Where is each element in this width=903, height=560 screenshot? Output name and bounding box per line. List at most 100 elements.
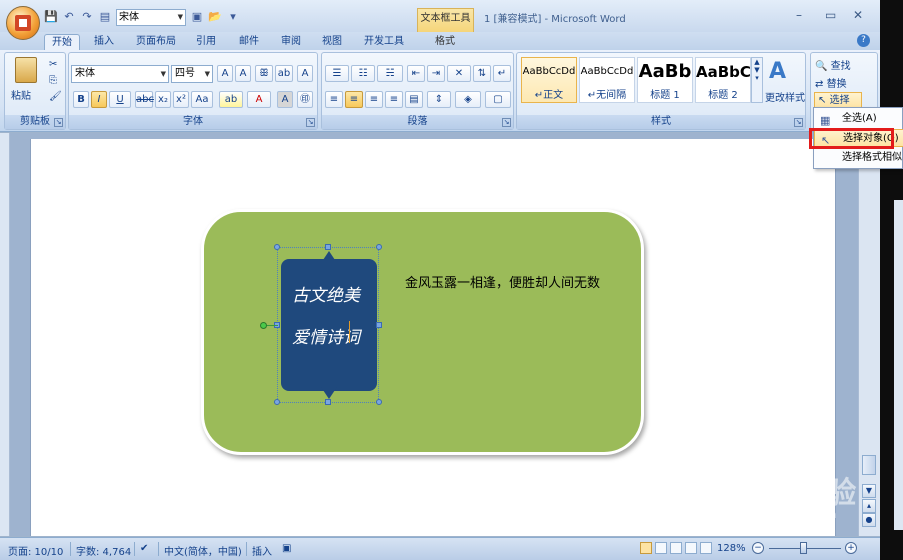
decrease-indent-icon[interactable]: ⇤ bbox=[407, 65, 425, 82]
outline-view-icon[interactable] bbox=[685, 542, 697, 554]
superscript-icon[interactable]: x² bbox=[173, 91, 189, 108]
green-rounded-shape[interactable] bbox=[201, 209, 644, 455]
menu-item-select-similar[interactable]: 选择格式相似 bbox=[814, 149, 903, 167]
scroll-down-icon[interactable]: ▼ bbox=[862, 484, 876, 498]
sort-icon[interactable]: ⇅ bbox=[473, 65, 491, 82]
scroll-thumb[interactable] bbox=[862, 455, 876, 475]
bold-icon[interactable]: B bbox=[73, 91, 89, 108]
restore-icon[interactable]: ▭ bbox=[825, 8, 836, 22]
shrink-font-icon[interactable]: A bbox=[235, 65, 251, 82]
office-button[interactable] bbox=[6, 6, 40, 40]
font-color-icon[interactable]: A bbox=[247, 91, 271, 108]
customize-qat-icon[interactable]: ▾ bbox=[226, 10, 240, 24]
char-shading-icon[interactable]: A bbox=[277, 91, 293, 108]
style-normal[interactable]: AaBbCcDd ↵正文 bbox=[521, 57, 577, 103]
multilevel-list-icon[interactable]: ☵ bbox=[377, 65, 403, 82]
redo-icon[interactable]: ↷ bbox=[80, 10, 94, 24]
tab-developer[interactable]: 开发工具 bbox=[358, 34, 410, 50]
paragraph-launcher-icon[interactable]: ↘ bbox=[502, 118, 511, 127]
paste-button[interactable]: 粘贴 bbox=[11, 87, 31, 102]
styles-scroll[interactable]: ▲ ▼ ▾ bbox=[751, 57, 763, 103]
bullets-icon[interactable]: ☰ bbox=[325, 65, 349, 82]
highlight-icon[interactable]: ab bbox=[219, 91, 243, 108]
zoom-out-icon[interactable]: − bbox=[752, 542, 764, 554]
enclose-char-icon[interactable]: ㊞ bbox=[297, 91, 313, 108]
undo-icon[interactable]: ↶ bbox=[62, 10, 76, 24]
zoom-level[interactable]: 128% bbox=[717, 543, 746, 554]
full-screen-reading-icon[interactable] bbox=[655, 542, 667, 554]
draft-view-icon[interactable] bbox=[700, 542, 712, 554]
print-preview-icon[interactable]: ▤ bbox=[98, 10, 112, 24]
resize-handle[interactable] bbox=[325, 244, 331, 250]
tab-references[interactable]: 引用 bbox=[190, 34, 222, 50]
help-icon[interactable]: ? bbox=[857, 34, 870, 47]
italic-icon[interactable]: I bbox=[91, 91, 107, 108]
tab-mailings[interactable]: 邮件 bbox=[233, 34, 265, 50]
status-word-count[interactable]: 字数: 4,764 bbox=[76, 543, 131, 558]
style-heading-2[interactable]: AaBbC 标题 2 bbox=[695, 57, 751, 103]
show-marks-icon[interactable]: ↵ bbox=[493, 65, 511, 82]
char-border-icon[interactable]: A bbox=[297, 65, 313, 82]
line-spacing-icon[interactable]: ⇕ bbox=[427, 91, 451, 108]
web-layout-icon[interactable] bbox=[670, 542, 682, 554]
macro-record-icon[interactable]: ▣ bbox=[282, 543, 291, 554]
format-painter-icon[interactable]: ▣ bbox=[190, 10, 204, 24]
change-case-icon[interactable]: Aa bbox=[191, 91, 213, 108]
qat-font-select[interactable]: 宋体 ▼ bbox=[116, 8, 186, 26]
tab-format[interactable]: 格式 bbox=[428, 34, 462, 50]
increase-indent-icon[interactable]: ⇥ bbox=[427, 65, 445, 82]
cut-icon[interactable]: ✂ bbox=[49, 59, 57, 70]
status-page[interactable]: 页面: 10/10 bbox=[8, 543, 63, 558]
borders-icon[interactable]: ▢ bbox=[485, 91, 511, 108]
format-painter-icon[interactable]: 🖌 bbox=[49, 91, 62, 102]
minimize-icon[interactable]: – bbox=[796, 8, 802, 22]
distributed-icon[interactable]: ▤ bbox=[405, 91, 423, 108]
resize-handle[interactable] bbox=[325, 399, 331, 405]
change-styles-button[interactable]: 更改样式 bbox=[765, 89, 805, 104]
shading-icon[interactable]: ◈ bbox=[455, 91, 481, 108]
align-center-icon[interactable]: ≡ bbox=[345, 91, 363, 108]
copy-icon[interactable]: ⎘ bbox=[49, 75, 57, 86]
grow-font-icon[interactable]: A bbox=[217, 65, 233, 82]
font-name-select[interactable]: 宋体 ▼ bbox=[71, 65, 169, 83]
phonetic-guide-icon[interactable]: ab bbox=[275, 65, 293, 82]
close-icon[interactable]: ✕ bbox=[853, 8, 863, 22]
chinese-layout-icon[interactable]: ✕ bbox=[447, 65, 471, 82]
save-icon[interactable]: 💾 bbox=[44, 10, 58, 24]
chevron-up-icon[interactable]: ▲ bbox=[752, 58, 762, 66]
underline-icon[interactable]: U bbox=[109, 91, 131, 108]
chevron-down-icon[interactable]: ▼ bbox=[752, 66, 762, 74]
print-layout-icon[interactable] bbox=[640, 542, 652, 554]
resize-handle[interactable] bbox=[274, 244, 280, 250]
styles-launcher-icon[interactable]: ↘ bbox=[794, 118, 803, 127]
resize-handle[interactable] bbox=[376, 244, 382, 250]
align-right-icon[interactable]: ≡ bbox=[365, 91, 383, 108]
style-heading-1[interactable]: AaBb 标题 1 bbox=[637, 57, 693, 103]
align-left-icon[interactable]: ≡ bbox=[325, 91, 343, 108]
menu-item-select-all[interactable]: ▦ 全选(A) bbox=[814, 110, 903, 128]
browse-object-icon[interactable]: ● bbox=[862, 513, 876, 527]
numbering-icon[interactable]: ☷ bbox=[351, 65, 375, 82]
poem-text[interactable]: 金风玉露一相逢，便胜却人间无数 bbox=[405, 274, 620, 294]
tab-home[interactable]: 开始 bbox=[44, 34, 80, 50]
justify-icon[interactable]: ≡ bbox=[385, 91, 403, 108]
zoom-slider-thumb[interactable] bbox=[800, 542, 807, 554]
tab-page-layout[interactable]: 页面布局 bbox=[130, 34, 182, 50]
style-no-spacing[interactable]: AaBbCcDd ↵无间隔 bbox=[579, 57, 635, 103]
rotation-handle[interactable] bbox=[260, 322, 267, 329]
resize-handle[interactable] bbox=[274, 399, 280, 405]
more-styles-icon[interactable]: ▾ bbox=[752, 74, 762, 82]
prev-page-icon[interactable]: ▴ bbox=[862, 499, 876, 513]
replace-button[interactable]: ⇄ 替换 bbox=[815, 75, 847, 90]
status-insert-mode[interactable]: 插入 bbox=[252, 543, 272, 558]
find-button[interactable]: 🔍 查找 bbox=[815, 57, 851, 72]
change-styles-icon[interactable]: A bbox=[769, 59, 786, 84]
zoom-in-icon[interactable]: + bbox=[845, 542, 857, 554]
paste-icon[interactable] bbox=[15, 57, 37, 83]
clipboard-launcher-icon[interactable]: ↘ bbox=[54, 118, 63, 127]
strikethrough-icon[interactable]: abc bbox=[135, 91, 154, 108]
tab-insert[interactable]: 插入 bbox=[88, 34, 120, 50]
resize-handle[interactable] bbox=[376, 322, 382, 328]
resize-handle[interactable] bbox=[376, 399, 382, 405]
open-icon[interactable]: 📂 bbox=[208, 10, 222, 24]
